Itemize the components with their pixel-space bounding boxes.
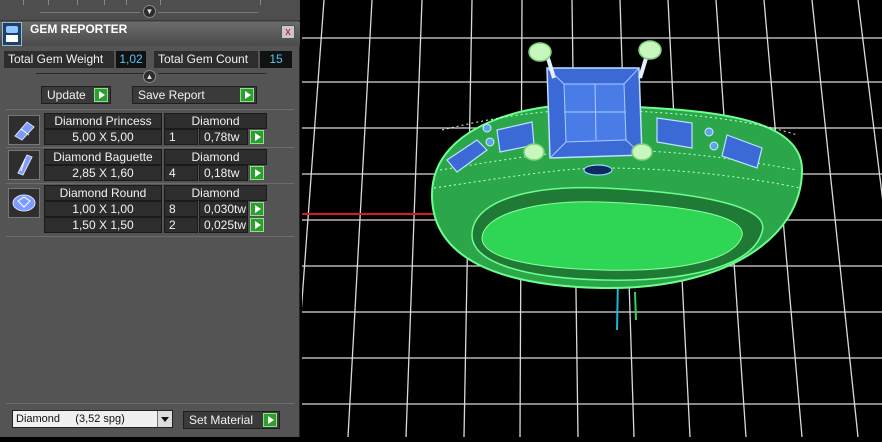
total-gem-weight-value: 1,02 xyxy=(116,51,146,68)
center-princess-stone xyxy=(546,67,643,159)
total-gem-weight-label: Total Gem Weight xyxy=(4,51,114,68)
total-gem-count-value: 15 xyxy=(260,51,292,68)
gem-weight-princess: 0,78tw xyxy=(199,129,248,145)
set-material-play-icon[interactable] xyxy=(263,413,277,427)
gem-weight-round-1: 0,030tw xyxy=(199,201,248,217)
panel-title: GEM REPORTER xyxy=(30,22,128,36)
total-gem-count-label: Total Gem Count xyxy=(154,51,258,68)
update-play-icon[interactable] xyxy=(94,88,108,102)
gem-material-princess: Diamond xyxy=(164,113,267,129)
viewport-marker xyxy=(634,291,637,321)
set-material-button-label: Set Material xyxy=(189,413,254,427)
gem-count-round-1: 8 xyxy=(164,201,198,217)
gem-name-round: Diamond Round xyxy=(44,185,162,201)
select-princess-button[interactable] xyxy=(250,130,264,144)
gem-size-baguette: 2,85 X 1,60 xyxy=(44,165,162,181)
gem-weight-baguette: 0,18tw xyxy=(199,165,248,181)
gem-count-round-2: 2 xyxy=(164,217,198,233)
gem-size-princess: 5,00 X 5,00 xyxy=(44,129,162,145)
3d-viewport[interactable] xyxy=(262,0,882,438)
material-select-value: Diamond (3,52 spg) xyxy=(16,413,125,425)
save-report-button-label: Save Report xyxy=(138,88,205,102)
collapse-summary-button[interactable]: ▲ xyxy=(143,70,156,83)
update-button-label: Update xyxy=(47,88,86,102)
collapse-top-button[interactable]: ▼ xyxy=(143,5,156,18)
select-round-1-button[interactable] xyxy=(250,202,264,216)
gem-count-baguette: 4 xyxy=(164,165,198,181)
panel-top-strip: ▼ xyxy=(0,0,300,21)
close-panel-button[interactable]: x xyxy=(281,25,295,39)
gem-name-princess: Diamond Princess xyxy=(44,113,162,129)
gem-weight-round-2: 0,025tw xyxy=(199,217,248,233)
gem-reporter-panel: ▼ GEM REPORTER x Total Gem Weight 1,02 T… xyxy=(0,0,300,437)
material-select[interactable]: Diamond (3,52 spg) xyxy=(12,410,173,428)
gem-name-baguette: Diamond Baguette xyxy=(44,149,162,165)
gem-material-baguette: Diamond xyxy=(164,149,267,165)
gem-size-round-1: 1,00 X 1,00 xyxy=(44,201,162,217)
gem-count-princess: 1 xyxy=(164,129,198,145)
ring-scene xyxy=(262,0,882,438)
select-baguette-button[interactable] xyxy=(250,166,264,180)
round-cut-icon xyxy=(8,188,40,218)
gem-size-round-2: 1,50 X 1,50 xyxy=(44,217,162,233)
baguette-cut-icon xyxy=(8,150,40,180)
gem-reporter-app-icon xyxy=(2,22,22,46)
chevron-down-icon[interactable] xyxy=(157,411,172,427)
select-round-2-button[interactable] xyxy=(250,218,264,232)
save-report-button[interactable]: Save Report xyxy=(132,86,257,104)
save-report-play-icon[interactable] xyxy=(240,88,254,102)
gallery-ring xyxy=(583,164,613,176)
gem-material-round: Diamond xyxy=(164,185,267,201)
princess-cut-icon xyxy=(8,115,40,145)
